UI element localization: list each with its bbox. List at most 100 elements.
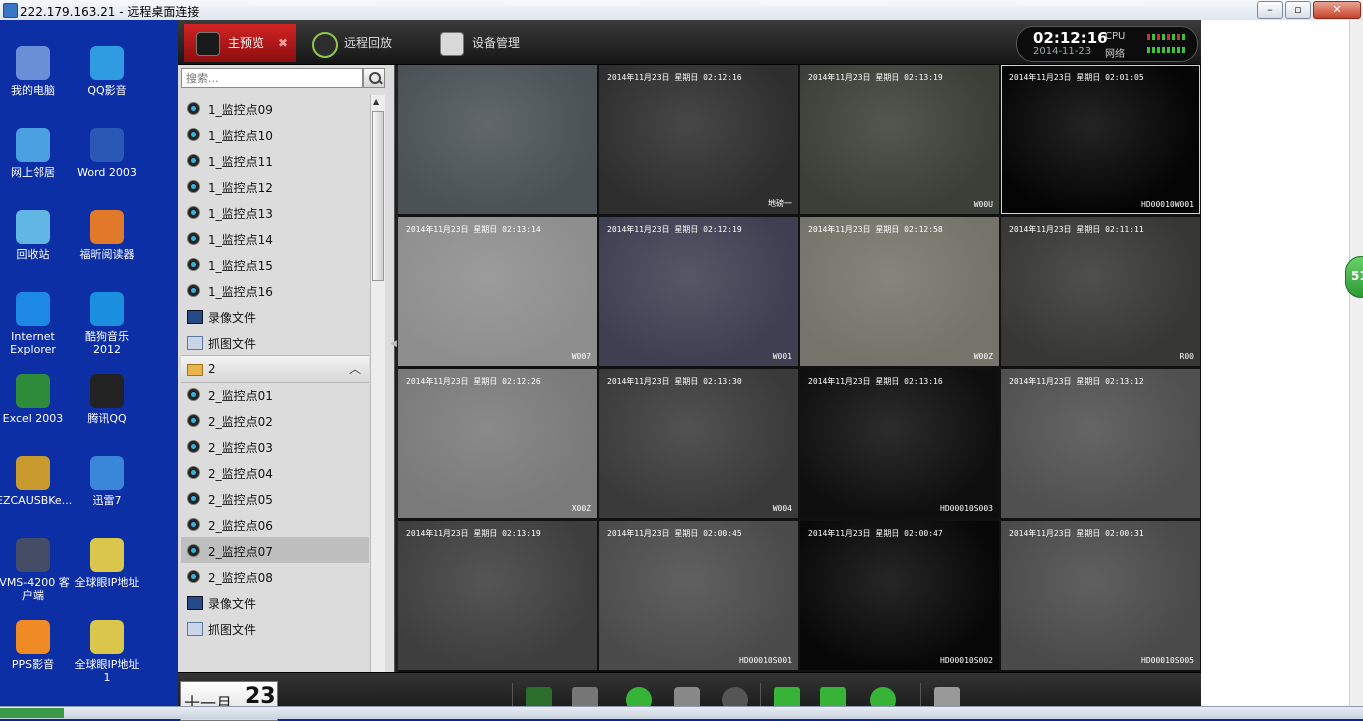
desktop-icon[interactable]: 腾讯QQ xyxy=(70,374,144,425)
clock-date: 2014-11-23 xyxy=(1033,46,1092,57)
video-timestamp: 2014年11月23日 星期日 02:00:45 xyxy=(607,529,742,538)
video-timestamp: 2014年11月23日 星期日 02:12:26 xyxy=(406,377,541,386)
app-icon xyxy=(90,456,124,490)
desktop-icon-label: 迅雷7 xyxy=(92,494,122,507)
tab-device-management[interactable]: 设备管理 xyxy=(428,24,544,62)
video-timestamp: 2014年11月23日 星期日 02:13:19 xyxy=(406,529,541,538)
tree-camera-item[interactable]: 1_监控点10 xyxy=(181,121,369,147)
remote-scrollbar[interactable] xyxy=(1349,20,1363,710)
camera-icon xyxy=(187,388,200,401)
tree-camera-item[interactable]: 1_监控点12 xyxy=(181,173,369,199)
video-cell[interactable]: 2014年11月23日 星期日 02:13:12 xyxy=(1001,369,1200,518)
video-cell[interactable]: 2014年11月23日 星期日 02:00:45 HD00010S001 xyxy=(599,521,798,670)
tree-camera-item[interactable]: 2_监控点08 xyxy=(181,563,369,589)
tree-item-label: 抓图文件 xyxy=(208,337,257,351)
video-cell[interactable]: 2014年11月23日 星期日 02:00:47 HD00010S002 xyxy=(800,521,999,670)
app-icon xyxy=(90,128,124,162)
video-cell[interactable]: 2014年11月23日 星期日 02:13:19 xyxy=(398,521,597,670)
search-input[interactable] xyxy=(181,68,363,88)
tree-camera-item[interactable]: 1_监控点09 xyxy=(181,95,369,121)
desktop-icon[interactable]: 全球眼IP地址 xyxy=(70,538,144,589)
collapse-chevron-icon[interactable]: ︿ xyxy=(349,360,361,377)
video-camera-name: 地磅一 xyxy=(768,199,792,208)
desktop: 我的电脑 QQ影音 网上邻居 Word 2003 回收站 福昕阅读器 Internet Ex… xyxy=(0,20,178,718)
desktop-icon[interactable]: 酷狗音乐 2012 xyxy=(70,292,144,356)
tree-camera-item[interactable]: 1_监控点15 xyxy=(181,251,369,277)
desktop-icon[interactable]: EZCAUSBKe... xyxy=(0,456,72,507)
video-camera-name: HD00010S003 xyxy=(940,504,993,513)
desktop-icon[interactable]: Word 2003 xyxy=(70,128,144,179)
tree-camera-item[interactable]: 2_监控点01 xyxy=(181,381,369,407)
video-camera-name: X00Z xyxy=(571,504,591,513)
rdp-title: 222.179.163.21 - 远程桌面连接 xyxy=(20,5,200,19)
video-cell[interactable] xyxy=(398,65,597,214)
desktop-icon[interactable]: 全球眼IP地址 1 xyxy=(70,620,144,684)
close-tab-icon[interactable]: ✖ xyxy=(278,24,288,62)
desktop-icon[interactable]: 迅雷7 xyxy=(70,456,144,507)
tab-label: 远程回放 xyxy=(344,36,393,50)
record-file-icon xyxy=(187,310,203,324)
tree-camera-item[interactable]: 2_监控点02 xyxy=(181,407,369,433)
camera-icon xyxy=(187,232,200,245)
app-icon xyxy=(90,620,124,654)
tree-item-label: 2_监控点08 xyxy=(208,571,273,585)
close-button[interactable]: ✕ xyxy=(1313,1,1361,19)
tab-remote-playback[interactable]: 远程回放 xyxy=(300,24,416,62)
tree-folder[interactable]: 2 ︿ xyxy=(181,355,369,383)
tree-camera-item[interactable]: 2_监控点07 xyxy=(181,537,369,563)
desktop-icon[interactable]: QQ影音 xyxy=(70,46,144,97)
tree-camera-item[interactable]: 2_监控点04 xyxy=(181,459,369,485)
camera-icon xyxy=(187,492,200,505)
desktop-icon[interactable]: 回收站 xyxy=(0,210,70,261)
video-cell[interactable]: 2014年11月23日 星期日 02:12:16 地磅一 xyxy=(599,65,798,214)
video-cell[interactable]: 2014年11月23日 星期日 02:13:16 HD00010S003 xyxy=(800,369,999,518)
tab-main-preview[interactable]: 主预览 ✖ xyxy=(184,24,296,62)
scroll-thumb[interactable] xyxy=(372,111,384,281)
floating-badge[interactable]: 51 xyxy=(1345,256,1363,298)
tab-label: 设备管理 xyxy=(472,36,521,50)
snapshot-icon xyxy=(187,622,203,636)
video-timestamp: 2014年11月23日 星期日 02:13:14 xyxy=(406,225,541,234)
video-timestamp: 2014年11月23日 星期日 02:11:11 xyxy=(1009,225,1144,234)
taskbar-item[interactable] xyxy=(0,708,64,718)
tree-camera-item[interactable]: 2_监控点05 xyxy=(181,485,369,511)
video-cell[interactable]: 2014年11月23日 星期日 02:13:19 W00U xyxy=(800,65,999,214)
tree-camera-item[interactable]: 1_监控点14 xyxy=(181,225,369,251)
tree-file-item[interactable]: 录像文件 xyxy=(181,303,369,329)
video-cell[interactable]: 2014年11月23日 星期日 02:01:05 HD00010W001 xyxy=(1001,65,1200,214)
app-icon xyxy=(16,128,50,162)
desktop-icon[interactable]: PPS影音 xyxy=(0,620,70,671)
video-cell[interactable]: 2014年11月23日 星期日 02:13:14 W007 xyxy=(398,217,597,366)
tree-file-item[interactable]: 抓图文件 xyxy=(181,615,369,641)
tree-camera-item[interactable]: 1_监控点16 xyxy=(181,277,369,303)
video-cell[interactable]: 2014年11月23日 星期日 02:12:19 W001 xyxy=(599,217,798,366)
video-cell[interactable]: 2014年11月23日 星期日 02:12:58 W00Z xyxy=(800,217,999,366)
video-cell[interactable]: 2014年11月23日 星期日 02:13:30 W004 xyxy=(599,369,798,518)
desktop-icon[interactable]: 福昕阅读器 xyxy=(70,210,144,261)
video-timestamp: 2014年11月23日 星期日 02:13:30 xyxy=(607,377,742,386)
desktop-icon[interactable]: 我的电脑 xyxy=(0,46,70,97)
desktop-icon[interactable]: 网上邻居 xyxy=(0,128,70,179)
minimize-button[interactable]: – xyxy=(1257,1,1283,19)
app-icon xyxy=(90,46,124,80)
desktop-icon[interactable]: Internet Explorer xyxy=(0,292,70,356)
tab-label: 主预览 xyxy=(228,36,265,50)
tree-file-item[interactable]: 抓图文件 xyxy=(181,329,369,355)
video-cell[interactable]: 2014年11月23日 星期日 02:00:31 HD00010S005 xyxy=(1001,521,1200,670)
desktop-icon[interactable]: Excel 2003 xyxy=(0,374,70,425)
video-camera-name: HD00010S005 xyxy=(1141,656,1194,665)
desktop-icon[interactable]: iVMS-4200 客户端 xyxy=(0,538,70,602)
search-button[interactable] xyxy=(363,68,385,88)
scroll-up-icon[interactable]: ▲ xyxy=(373,97,379,106)
tree-camera-item[interactable]: 1_监控点11 xyxy=(181,147,369,173)
collapse-sidebar-icon[interactable]: ◀ xyxy=(390,339,397,349)
tree-camera-item[interactable]: 2_监控点03 xyxy=(181,433,369,459)
video-cell[interactable]: 2014年11月23日 星期日 02:11:11 R00 xyxy=(1001,217,1200,366)
tree-camera-item[interactable]: 1_监控点13 xyxy=(181,199,369,225)
maximize-button[interactable]: ▫ xyxy=(1285,1,1311,19)
tree-file-item[interactable]: 录像文件 xyxy=(181,589,369,615)
video-timestamp: 2014年11月23日 星期日 02:12:58 xyxy=(808,225,943,234)
tree-camera-item[interactable]: 2_监控点06 xyxy=(181,511,369,537)
video-cell[interactable]: 2014年11月23日 星期日 02:12:26 X00Z xyxy=(398,369,597,518)
tree-scrollbar[interactable]: ▲ ▼ xyxy=(370,95,385,687)
